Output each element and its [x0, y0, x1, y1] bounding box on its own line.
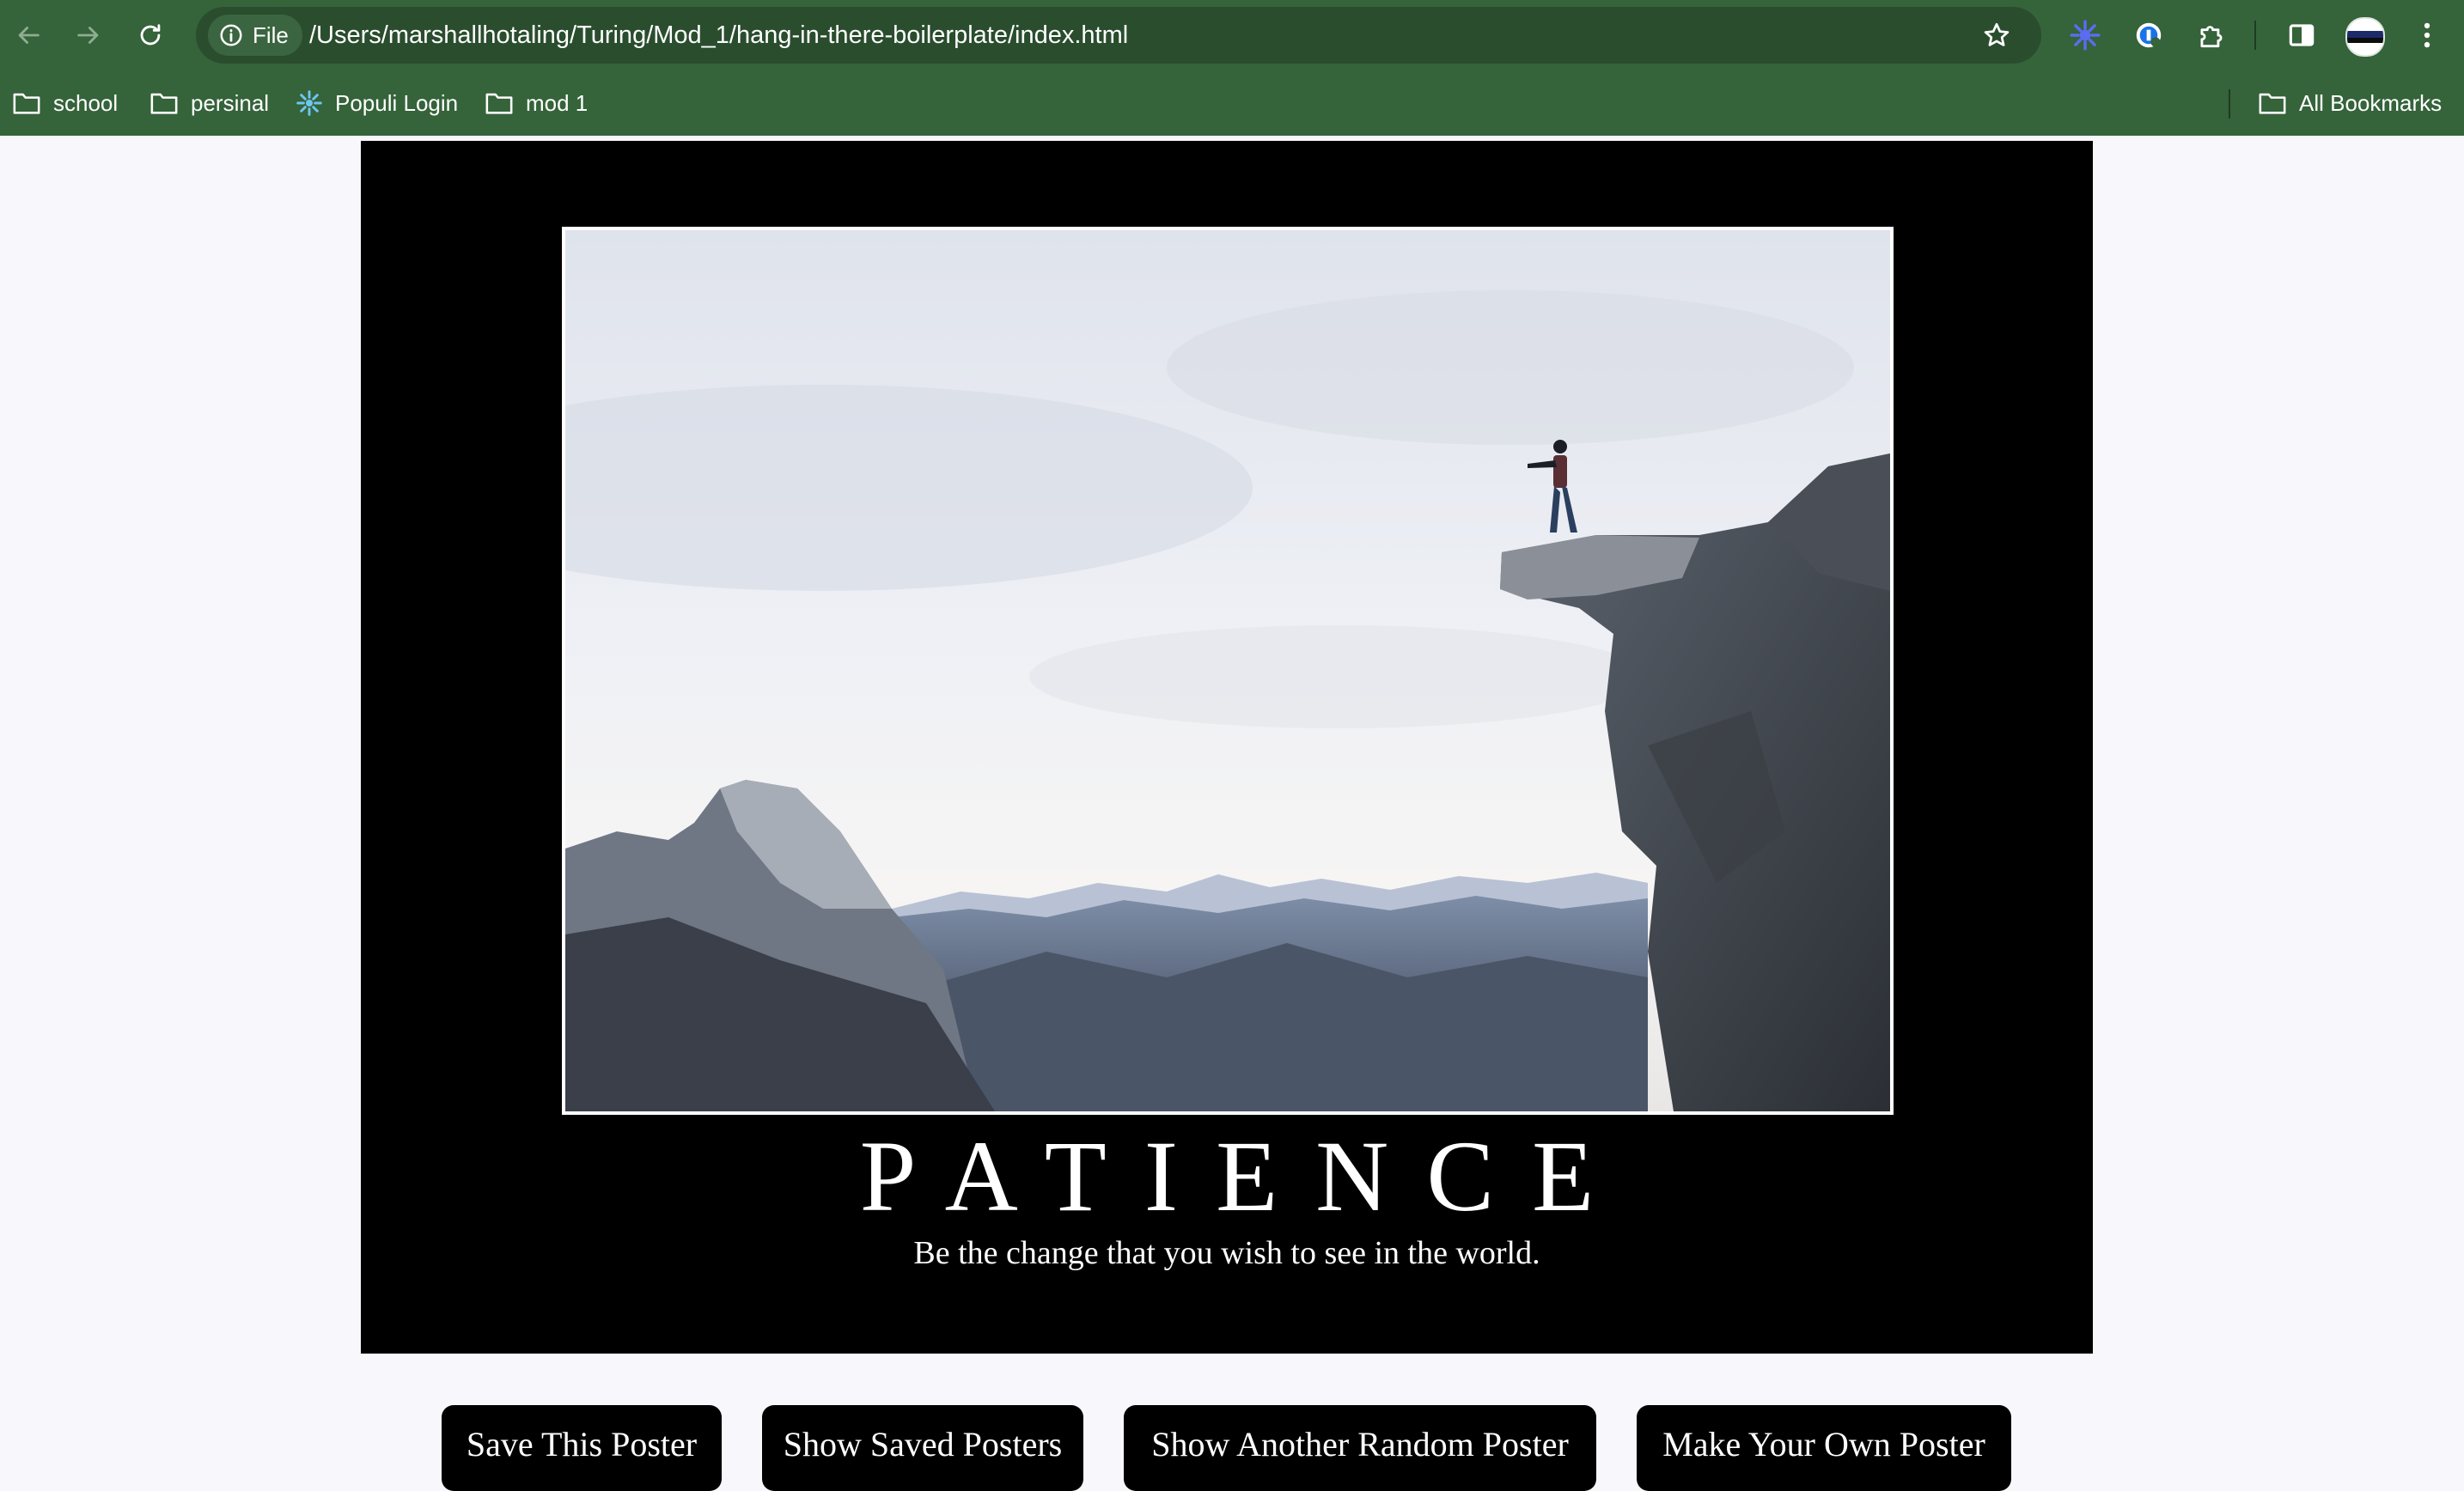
- poster-title: PATIENCE: [859, 1120, 1632, 1232]
- toolbar-divider: [2254, 21, 2256, 50]
- bookmark-school[interactable]: school: [12, 88, 118, 119]
- arrow-right-icon: [77, 27, 99, 44]
- star-icon[interactable]: [1981, 20, 2012, 51]
- file-chip-label: File: [253, 21, 289, 48]
- address-bar[interactable]: File /Users/marshallhotaling/Turing/Mod_…: [196, 7, 2041, 64]
- bookmark-label: Populi Login: [335, 89, 459, 116]
- folder-icon: [150, 93, 178, 114]
- folder-icon: [2259, 93, 2286, 114]
- cliff-landscape-image: [565, 230, 1890, 1111]
- reload-icon: [140, 24, 161, 46]
- extension-password-icon[interactable]: [2131, 17, 2167, 53]
- all-bookmarks-label: All Bookmarks: [2299, 89, 2443, 116]
- browser-chrome: File /Users/marshallhotaling/Turing/Mod_…: [0, 0, 2464, 136]
- menu-kebab-icon[interactable]: [2409, 17, 2445, 53]
- all-bookmarks-button[interactable]: All Bookmarks: [2258, 88, 2442, 119]
- profile-avatar[interactable]: [2345, 17, 2385, 57]
- reload-button[interactable]: [131, 15, 170, 55]
- folder-icon: [485, 93, 513, 114]
- extensions-puzzle-icon[interactable]: [2193, 17, 2229, 53]
- save-poster-button[interactable]: Save This Poster: [442, 1405, 722, 1491]
- show-saved-posters-button[interactable]: Show Saved Posters: [762, 1405, 1083, 1491]
- bookmark-label: mod 1: [526, 89, 589, 116]
- make-own-poster-button[interactable]: Make Your Own Poster: [1637, 1405, 2011, 1491]
- poster-quote: Be the change that you wish to see in th…: [913, 1235, 1540, 1271]
- arrow-left-icon: [18, 27, 40, 44]
- poster: PATIENCE Be the change that you wish to …: [361, 141, 2093, 1354]
- populi-icon: [296, 90, 322, 116]
- show-random-poster-button[interactable]: Show Another Random Poster: [1124, 1405, 1596, 1491]
- side-panel-icon[interactable]: [2284, 17, 2320, 53]
- poster-image: [562, 227, 1894, 1115]
- url-text[interactable]: /Users/marshallhotaling/Turing/Mod_1/han…: [309, 7, 1128, 64]
- extension-blue-icon[interactable]: [2067, 17, 2103, 53]
- back-button[interactable]: [9, 15, 48, 55]
- forward-button[interactable]: [69, 15, 108, 55]
- bookmark-label: school: [53, 89, 119, 116]
- bookmark-populi-login[interactable]: Populi Login: [296, 88, 458, 119]
- bookmarks-divider: [2229, 89, 2230, 119]
- browser-toolbar: File /Users/marshallhotaling/Turing/Mod_…: [0, 0, 2464, 70]
- folder-icon: [13, 93, 40, 114]
- site-info-pill[interactable]: File: [208, 15, 302, 56]
- bookmark-mod-1[interactable]: mod 1: [485, 88, 588, 119]
- info-icon: [220, 24, 242, 46]
- bookmark-label: persinal: [191, 89, 270, 116]
- bookmark-persinal[interactable]: persinal: [149, 88, 269, 119]
- bookmarks-bar: school persinal Populi Login mod 1 All B…: [0, 70, 2464, 136]
